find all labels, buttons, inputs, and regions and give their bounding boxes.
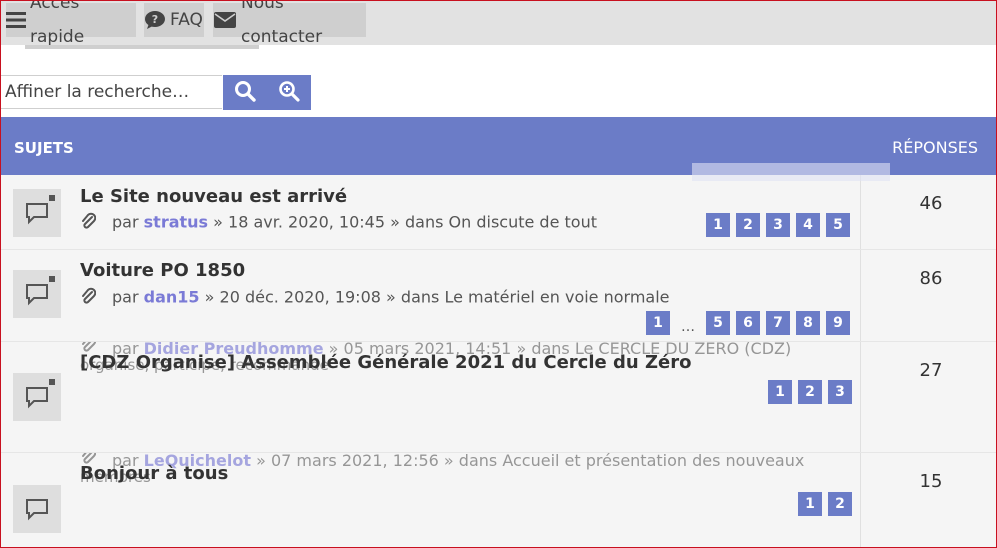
topic-title[interactable]: [CDZ Organise] Assemblée Générale 2021 d… — [80, 352, 691, 373]
reply-count: 15 — [919, 471, 943, 492]
pagination: 1 2 — [792, 492, 852, 516]
topic-forum[interactable]: On discute de tout — [449, 213, 597, 232]
topic-row[interactable]: Voiture PO 1850 par dan15 » 20 déc. 2020… — [1, 250, 996, 342]
topic-row[interactable]: par LeQuichelot » 07 mars 2021, 12:56 » … — [1, 453, 996, 548]
page-link[interactable]: 1 — [646, 311, 670, 335]
page-link[interactable]: 2 — [736, 213, 760, 237]
topic-title[interactable]: Le Site nouveau est arrivé — [80, 186, 347, 207]
topic-meta: par dan15 » 20 déc. 2020, 19:08 » dans L… — [80, 286, 670, 310]
topic-bubble-icon — [13, 485, 61, 533]
paperclip-icon — [80, 286, 102, 310]
topic-row[interactable]: par Didier Preudhomme » 05 mars 2021, 14… — [1, 342, 996, 453]
page-link[interactable]: 8 — [796, 311, 820, 335]
zoom-plus-icon — [278, 80, 300, 106]
page-link[interactable]: 1 — [768, 380, 792, 404]
topic-author[interactable]: stratus — [144, 213, 208, 232]
bars-icon — [6, 11, 26, 29]
page-link[interactable]: 3 — [828, 380, 852, 404]
contact-link[interactable]: Nous contacter — [213, 0, 366, 47]
page-link[interactable]: 6 — [736, 311, 760, 335]
pagination: 1 2 3 4 5 — [700, 213, 850, 237]
page-link[interactable]: 9 — [826, 311, 850, 335]
faq-label: FAQ — [170, 10, 203, 30]
advanced-search-button[interactable] — [267, 75, 311, 110]
topic-title[interactable]: Voiture PO 1850 — [80, 260, 245, 281]
page-link[interactable]: 5 — [706, 311, 730, 335]
topic-title[interactable]: Bonjour à tous — [80, 463, 228, 484]
page-link[interactable]: 1 — [706, 213, 730, 237]
envelope-icon — [213, 11, 237, 29]
topic-author[interactable]: dan15 — [144, 288, 200, 307]
nav-underline — [25, 45, 259, 49]
page-link[interactable]: 5 — [826, 213, 850, 237]
page-link[interactable]: 4 — [796, 213, 820, 237]
search-input[interactable] — [0, 75, 222, 109]
topic-meta: par stratus » 18 avr. 2020, 10:45 » dans… — [80, 211, 597, 235]
search-button[interactable] — [223, 75, 267, 110]
ghost-tooltip — [692, 163, 890, 181]
column-topics: SUJETS — [14, 139, 74, 157]
page-ellipsis: … — [681, 319, 695, 335]
page-link[interactable]: 2 — [798, 380, 822, 404]
reply-count: 27 — [919, 360, 943, 381]
paperclip-icon — [80, 211, 102, 235]
contact-label: Nous contacter — [241, 0, 323, 47]
top-navbar: Accès rapide ? FAQ Nous contacter — [1, 0, 996, 47]
topic-row[interactable]: Le Site nouveau est arrivé par stratus »… — [1, 175, 996, 250]
svg-text:?: ? — [152, 13, 158, 26]
topic-forum[interactable]: Le matériel en voie normale — [444, 288, 669, 307]
quick-access-button[interactable]: Accès rapide — [6, 0, 136, 47]
page-link[interactable]: 1 — [798, 492, 822, 516]
page-link[interactable]: 7 — [766, 311, 790, 335]
topic-bubble-icon — [13, 373, 61, 421]
pagination: 1 … 5 6 7 8 9 — [640, 311, 850, 335]
page-link[interactable]: 3 — [766, 213, 790, 237]
column-replies: RÉPONSES — [892, 138, 978, 157]
question-icon: ? — [144, 10, 166, 30]
topic-bubble-icon — [13, 270, 61, 318]
reply-count: 46 — [919, 193, 943, 214]
page-link[interactable]: 2 — [828, 492, 852, 516]
reply-count: 86 — [919, 268, 943, 289]
pagination: 1 2 3 — [762, 380, 852, 404]
topic-bubble-icon — [13, 189, 61, 237]
search-icon — [234, 80, 256, 106]
faq-link[interactable]: ? FAQ — [144, 3, 204, 37]
